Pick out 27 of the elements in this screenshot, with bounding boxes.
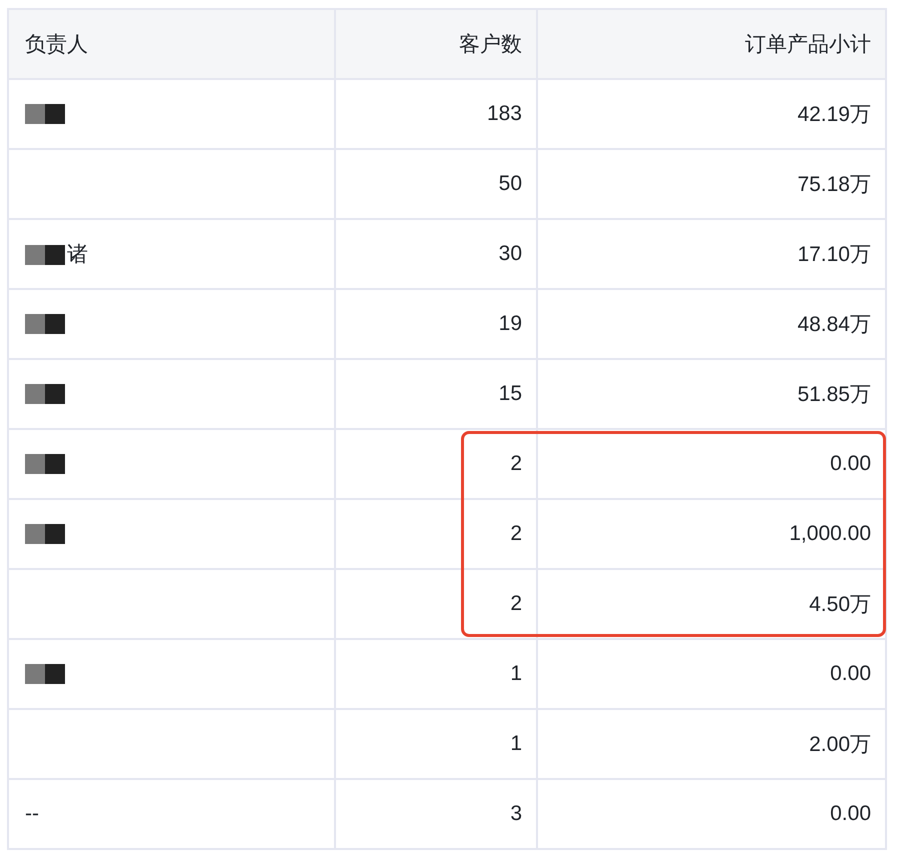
table-cell: 2: [510, 522, 522, 545]
table-cell: 1: [510, 662, 522, 685]
table-cell: 2.00万: [809, 733, 871, 756]
table-cell: 1,000.00: [789, 522, 871, 545]
table-cell: 2: [510, 592, 522, 615]
table-cell: 15: [498, 382, 522, 405]
table-cell: 42.19万: [797, 103, 871, 126]
table-cell: 30: [498, 242, 522, 265]
table-cell: 4.50万: [809, 593, 871, 616]
table-cell: --: [25, 802, 39, 825]
table-cell: 19: [498, 312, 522, 335]
column-header: 客户数: [335, 9, 537, 79]
table-cell: 3: [510, 802, 522, 825]
table-cell: 2: [510, 452, 522, 475]
table-cell: 183: [486, 102, 522, 125]
table-cell: 48.84万: [797, 313, 871, 336]
table-cell: 0.00: [830, 802, 871, 825]
column-header: 负责人: [8, 9, 335, 79]
table-cell: 50: [498, 172, 522, 195]
table-cell: 75.18万: [797, 173, 871, 196]
table-cell: 1: [510, 732, 522, 755]
table-cell: 0.00: [830, 662, 871, 685]
table-cell: 诸: [67, 243, 88, 266]
table-cell: 17.10万: [797, 243, 871, 266]
column-header: 订单产品小计: [537, 9, 886, 79]
table-cell: 51.85万: [797, 383, 871, 406]
table-cell: 0.00: [830, 452, 871, 475]
